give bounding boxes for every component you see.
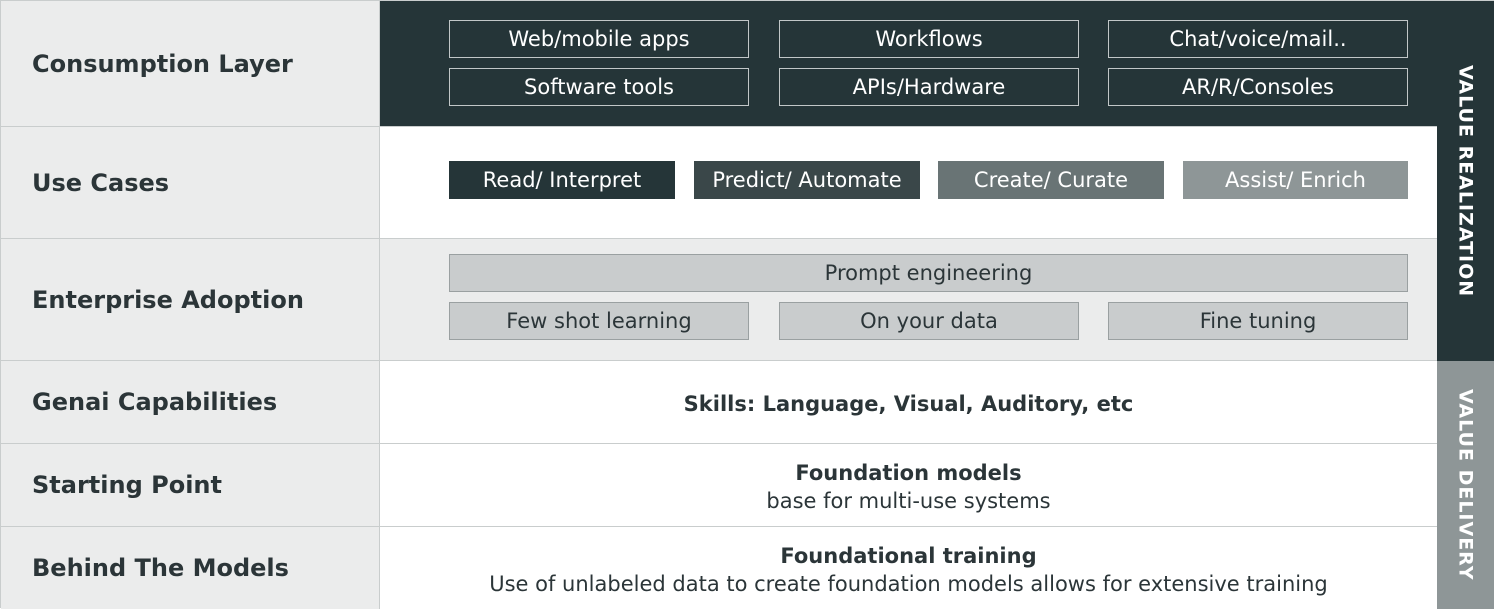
- behind-models-content: Foundational training Use of unlabeled d…: [380, 527, 1437, 609]
- capabilities-text: Skills: Language, Visual, Auditory, etc: [683, 392, 1134, 416]
- row-enterprise-adoption: Enterprise Adoption Prompt engineering F…: [1, 239, 1437, 361]
- behind-models-subtitle: Use of unlabeled data to create foundati…: [489, 572, 1328, 596]
- consumption-item-workflows: Workflows: [779, 20, 1079, 58]
- consumption-item-ar-r-consoles: AR/R/Consoles: [1108, 68, 1408, 106]
- side-label-value-delivery: VALUE DELIVERY: [1454, 389, 1477, 581]
- consumption-item-software-tools: Software tools: [449, 68, 749, 106]
- adoption-item-prompt-engineering: Prompt engineering: [449, 254, 1408, 292]
- row-label-starting-point: Starting Point: [1, 444, 380, 526]
- consumption-item-web-mobile-apps: Web/mobile apps: [449, 20, 749, 58]
- use-case-predict-automate: Predict/ Automate: [694, 161, 920, 199]
- starting-point-content: Foundation models base for multi-use sys…: [380, 444, 1437, 526]
- adoption-item-few-shot-learning: Few shot learning: [449, 302, 749, 340]
- row-label-consumption-layer: Consumption Layer: [1, 1, 380, 126]
- row-starting-point: Starting Point Foundation models base fo…: [1, 444, 1437, 527]
- use-case-assist-enrich: Assist/ Enrich: [1183, 161, 1408, 199]
- row-label-use-cases: Use Cases: [1, 127, 380, 238]
- layer-diagram: Consumption Layer Web/mobile apps Workfl…: [0, 0, 1494, 609]
- adoption-content: Prompt engineering Few shot learning On …: [380, 239, 1437, 360]
- row-label-genai-capabilities: Genai Capabilities: [1, 361, 380, 443]
- use-case-read-interpret: Read/ Interpret: [449, 161, 675, 199]
- row-label-enterprise-adoption: Enterprise Adoption: [1, 239, 380, 360]
- capabilities-content: Skills: Language, Visual, Auditory, etc: [380, 361, 1437, 443]
- use-case-create-curate: Create/ Curate: [938, 161, 1164, 199]
- side-band-value-delivery: VALUE DELIVERY: [1437, 361, 1494, 609]
- use-cases-content: Read/ Interpret Predict/ Automate Create…: [380, 127, 1437, 238]
- behind-models-title: Foundational training: [780, 544, 1037, 568]
- row-use-cases: Use Cases Read/ Interpret Predict/ Autom…: [1, 127, 1437, 239]
- starting-point-subtitle: base for multi-use systems: [766, 489, 1051, 513]
- row-consumption-layer: Consumption Layer Web/mobile apps Workfl…: [1, 1, 1437, 127]
- starting-point-title: Foundation models: [795, 461, 1022, 485]
- adoption-item-fine-tuning: Fine tuning: [1108, 302, 1408, 340]
- row-label-behind-the-models: Behind The Models: [1, 527, 380, 609]
- row-behind-the-models: Behind The Models Foundational training …: [1, 527, 1437, 609]
- side-label-value-realization: VALUE REALIZATION: [1454, 64, 1477, 298]
- consumption-item-apis-hardware: APIs/Hardware: [779, 68, 1079, 106]
- adoption-item-on-your-data: On your data: [779, 302, 1079, 340]
- consumption-content: Web/mobile apps Workflows Chat/voice/mai…: [380, 1, 1437, 126]
- side-band-value-realization: VALUE REALIZATION: [1437, 1, 1494, 361]
- row-genai-capabilities: Genai Capabilities Skills: Language, Vis…: [1, 361, 1437, 444]
- consumption-item-chat-voice-mail: Chat/voice/mail..: [1108, 20, 1408, 58]
